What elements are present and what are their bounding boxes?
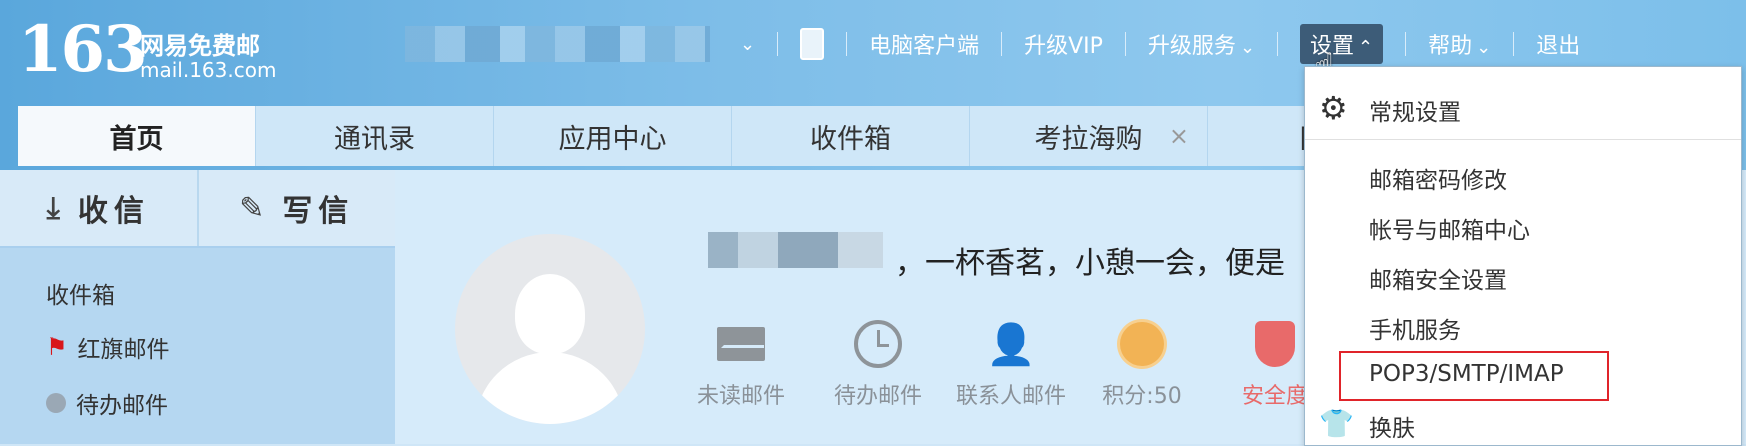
settings-menu-button[interactable]: 设置 ⌃	[1300, 24, 1384, 64]
tab-app-center[interactable]: 应用中心	[494, 106, 732, 166]
stat-unread[interactable]: 未读邮件	[676, 318, 806, 410]
envelope-icon	[717, 327, 765, 361]
flag-icon: ⚑	[46, 333, 68, 361]
menu-item-security-settings[interactable]: 邮箱安全设置	[1369, 261, 1507, 295]
sidebar-item-todo[interactable]: 待办邮件	[46, 386, 168, 420]
stat-label: 联系人邮件	[955, 384, 1066, 409]
shield-icon	[1255, 321, 1295, 367]
welcome-greeting: ，一杯香茗，小憩一会，便是	[895, 246, 1285, 281]
divider	[1305, 139, 1741, 140]
avatar[interactable]	[455, 234, 645, 424]
edit-icon: ✎	[239, 190, 271, 226]
tab-inbox[interactable]: 收件箱	[732, 106, 970, 166]
divider	[1405, 32, 1407, 56]
mobile-icon[interactable]	[800, 28, 825, 60]
sidebar: ⤓ 收信 ✎ 写信 收件箱 ⚑ 红旗邮件 待办邮件	[0, 170, 395, 444]
desktop-client-link[interactable]: 电脑客户端	[869, 28, 979, 60]
quick-actions: ⤓ 收信 ✎ 写信	[0, 170, 395, 248]
logo-domain: mail.163.com	[140, 58, 277, 82]
menu-item-general-settings[interactable]: 常规设置	[1369, 93, 1461, 127]
upgrade-vip-link[interactable]: 升级VIP	[1024, 28, 1103, 60]
stat-label: 待办邮件	[833, 384, 922, 409]
clock-icon	[854, 320, 902, 368]
logo-number[interactable]: 163	[18, 12, 148, 87]
menu-item-pop3-smtp-imap[interactable]: POP3/SMTP/IMAP	[1369, 361, 1564, 387]
help-menu[interactable]: 帮助 ⌄	[1428, 28, 1491, 60]
menu-item-change-password[interactable]: 邮箱密码修改	[1369, 161, 1507, 195]
folder-label: 红旗邮件	[77, 337, 170, 363]
points-icon	[1120, 322, 1164, 366]
chevron-down-icon: ⌄	[1239, 37, 1256, 58]
menu-item-mobile-service[interactable]: 手机服务	[1369, 311, 1461, 345]
logout-link[interactable]: 退出	[1536, 28, 1580, 60]
menu-item-skin[interactable]: 换肤	[1369, 409, 1415, 443]
sidebar-item-flagged[interactable]: ⚑ 红旗邮件	[46, 330, 170, 364]
help-label: 帮助	[1428, 34, 1473, 59]
compose-button[interactable]: ✎ 写信	[196, 170, 396, 246]
receive-label: 收信	[77, 194, 150, 229]
sidebar-item-inbox[interactable]: 收件箱	[46, 276, 115, 310]
user-name-blurred	[708, 232, 883, 268]
stat-label: 未读邮件	[696, 384, 785, 409]
tab-label: 通讯录	[334, 123, 415, 155]
tab-label: 考拉海购	[1034, 123, 1143, 155]
tab-label: 收件箱	[810, 123, 891, 155]
account-chevron-down-icon[interactable]: ⌄	[740, 34, 755, 55]
divider	[1001, 32, 1003, 56]
tab-kaola[interactable]: 考拉海购 ×	[970, 106, 1208, 166]
receive-mail-button[interactable]: ⤓ 收信	[0, 170, 197, 246]
stat-contact-mail[interactable]: 👤 联系人邮件	[946, 318, 1076, 410]
clock-icon	[46, 393, 66, 413]
close-icon[interactable]: ×	[1169, 122, 1189, 150]
chevron-up-icon: ⌃	[1358, 37, 1374, 58]
compose-label: 写信	[282, 194, 355, 229]
tab-label: 应用中心	[558, 123, 667, 155]
shirt-icon: 👕	[1319, 407, 1354, 440]
contact-star-icon: 👤	[986, 321, 1036, 368]
username-blurred[interactable]	[405, 26, 710, 62]
tab-contacts[interactable]: 通讯录	[256, 106, 494, 166]
stat-todo[interactable]: 待办邮件	[813, 318, 943, 410]
avatar-head	[515, 274, 585, 354]
top-nav: ⌄ 电脑客户端 升级VIP 升级服务 ⌄ 设置 ⌃ 帮助 ⌄ 退出	[736, 24, 1580, 64]
upgrade-services-label: 升级服务	[1147, 34, 1236, 59]
divider	[1513, 32, 1515, 56]
stat-label: 积分:50	[1102, 384, 1182, 409]
tab-label: 首页	[109, 123, 164, 155]
divider	[1124, 32, 1126, 56]
download-icon: ⤓	[46, 190, 66, 226]
gear-icon: ⚙	[1319, 89, 1348, 127]
menu-item-account-center[interactable]: 帐号与邮箱中心	[1369, 211, 1530, 245]
divider	[846, 32, 848, 56]
folder-label: 待办邮件	[76, 393, 168, 419]
main-tabs: 首页 通讯录 应用中心 收件箱 考拉海购× 网易	[18, 106, 1446, 166]
stat-points[interactable]: 积分:50	[1077, 318, 1207, 410]
chevron-down-icon: ⌄	[1476, 37, 1492, 58]
logo-name: 网易免费邮	[140, 32, 260, 60]
tab-home[interactable]: 首页	[18, 106, 256, 166]
settings-dropdown: ⚙ 常规设置 邮箱密码修改 帐号与邮箱中心 邮箱安全设置 手机服务 POP3/S…	[1304, 66, 1742, 446]
avatar-body	[475, 352, 625, 424]
divider	[777, 32, 779, 56]
folder-label: 收件箱	[46, 283, 115, 309]
divider	[1277, 32, 1279, 56]
upgrade-services-menu[interactable]: 升级服务 ⌄	[1148, 28, 1255, 60]
